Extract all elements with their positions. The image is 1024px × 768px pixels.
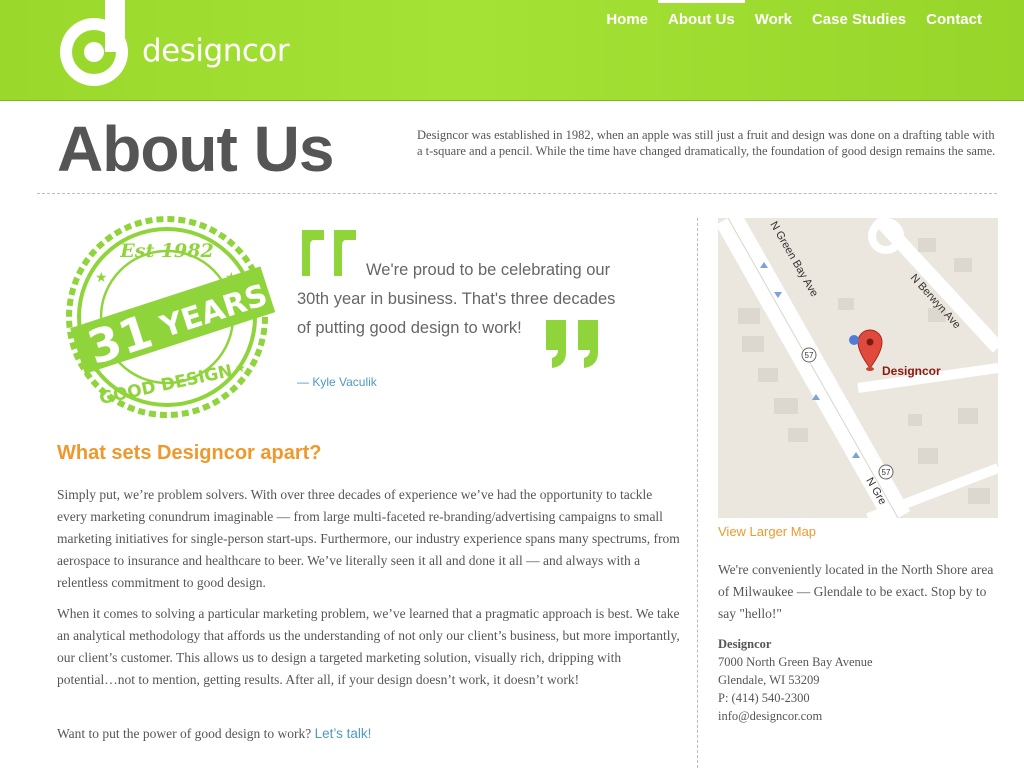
nav-work[interactable]: Work — [745, 0, 802, 40]
map-graphic: N Green Bay Ave N Gre N Berwyn Ave 57 57… — [718, 218, 998, 518]
star-icon: ★ — [95, 269, 108, 285]
address-name: Designcor — [718, 637, 772, 651]
close-quote-icon — [546, 320, 598, 368]
quote-line-1: We're proud to be celebrating our — [366, 261, 611, 279]
location-map[interactable]: N Green Bay Ave N Gre N Berwyn Ave 57 57… — [718, 218, 998, 518]
route-shield: 57 — [882, 468, 891, 477]
site-header: designcor Home About Us Work Case Studie… — [0, 0, 1024, 101]
star-icon: ★ — [87, 361, 98, 375]
view-larger-map-link[interactable]: View Larger Map — [718, 524, 816, 539]
quote-author: — Kyle Vaculik — [297, 375, 377, 389]
nav-contact[interactable]: Contact — [916, 0, 992, 40]
vertical-divider — [697, 218, 698, 768]
cta-text: Want to put the power of good design to … — [57, 726, 312, 741]
main-nav: Home About Us Work Case Studies Contact — [596, 0, 992, 40]
quote-line-2: 30th year in business. That's three deca… — [297, 290, 616, 308]
star-icon: ★ — [235, 361, 246, 375]
horizontal-divider — [37, 193, 997, 194]
address-city: Glendale, WI 53209 — [718, 673, 820, 687]
cta-paragraph: Want to put the power of good design to … — [57, 723, 682, 745]
address-email[interactable]: info@designcor.com — [718, 707, 1000, 725]
intro-text: Designcor was established in 1982, when … — [417, 128, 996, 158]
quote-line-3: of putting good design to work! — [297, 319, 522, 337]
nav-home[interactable]: Home — [596, 0, 658, 40]
page-title: About Us — [57, 113, 334, 185]
paragraph-2: When it comes to solving a particular ma… — [57, 606, 680, 687]
map-pin-label: Designcor — [882, 364, 941, 378]
nav-case-studies[interactable]: Case Studies — [802, 0, 916, 40]
logo[interactable]: designcor — [58, 0, 298, 92]
address-street: 7000 North Green Bay Avenue — [718, 655, 873, 669]
star-icon: ★ — [225, 269, 238, 285]
location-text: We're conveniently located in the North … — [718, 562, 994, 621]
map-poi-icon — [849, 335, 859, 345]
anniversary-badge: Est 1982 31 YEARS GOOD DESIGN ★ ★ ★ ★ — [66, 216, 276, 418]
lets-talk-link[interactable]: Let’s talk! — [315, 726, 372, 741]
designcor-d-logo-icon — [60, 0, 128, 86]
paragraph-1: Simply put, we’re problem solvers. With … — [57, 487, 680, 590]
address-phone: P: (414) 540-2300 — [718, 691, 810, 705]
nav-about-us[interactable]: About Us — [658, 0, 745, 40]
address-block: Designcor 7000 North Green Bay Avenue Gl… — [718, 635, 1000, 725]
badge-est-text: Est 1982 — [119, 240, 213, 262]
logo-text: designcor — [142, 33, 290, 69]
section-heading: What sets Designcor apart? — [57, 442, 322, 464]
route-shield: 57 — [805, 351, 814, 360]
